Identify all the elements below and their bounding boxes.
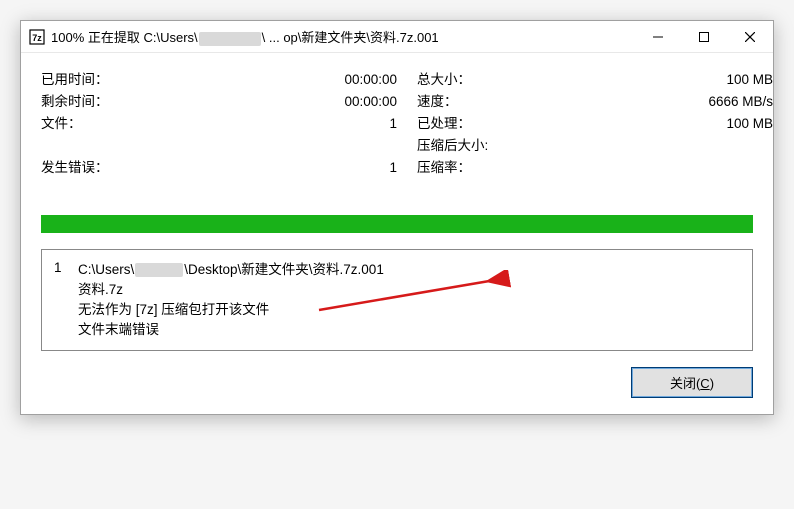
- elapsed-label: 已用时间：: [41, 69, 344, 91]
- close-accel: C: [700, 376, 709, 391]
- title-controls: [635, 21, 773, 53]
- totalsize-value: 100 MB: [708, 69, 773, 91]
- close-window-button[interactable]: [727, 21, 773, 53]
- processed-label: 已处理：: [417, 113, 708, 135]
- dialog-window: 7z 100% 正在提取 C:\Users\ \ ... op\新建文件夹\资料.…: [20, 20, 774, 415]
- errors-value: 1: [344, 157, 397, 179]
- button-row: 关闭(C): [41, 367, 753, 398]
- speed-label: 速度：: [417, 91, 708, 113]
- minimize-button[interactable]: [635, 21, 681, 53]
- packed-value: [708, 135, 773, 157]
- client-area: 已用时间： 剩余时间： 文件： 发生错误： 00:00:00 00:00:00 …: [21, 53, 773, 414]
- totalsize-label: 总大小：: [417, 69, 708, 91]
- redacted-smudge: [199, 32, 261, 46]
- remaining-value: 00:00:00: [344, 91, 397, 113]
- error-path: C:\Users\ \Desktop\新建文件夹\资料.7z.001: [78, 260, 740, 280]
- error-path-suffix: \Desktop\新建文件夹\资料.7z.001: [184, 262, 384, 277]
- app-icon: 7z: [29, 29, 45, 45]
- stats-left-col: 已用时间： 剩余时间： 文件： 发生错误： 00:00:00 00:00:00 …: [41, 69, 397, 179]
- files-value: 1: [344, 113, 397, 135]
- stats-panel: 已用时间： 剩余时间： 文件： 发生错误： 00:00:00 00:00:00 …: [41, 69, 753, 179]
- close-label-pre: 关闭(: [670, 376, 700, 391]
- files-label: 文件：: [41, 113, 344, 135]
- error-list: 1 C:\Users\ \Desktop\新建文件夹\资料.7z.001 资料.7…: [41, 249, 753, 351]
- error-msg1: 无法作为 [7z] 压缩包打开该文件: [78, 300, 740, 320]
- error-file: 资料.7z: [78, 280, 740, 300]
- remaining-label: 剩余时间：: [41, 91, 344, 113]
- error-path-prefix: C:\Users\: [78, 262, 134, 277]
- window-title: 100% 正在提取 C:\Users\ \ ... op\新建文件夹\资料.7z.…: [51, 27, 635, 46]
- errors-label: 发生错误：: [41, 157, 344, 179]
- error-index: 1: [54, 260, 64, 340]
- elapsed-value: 00:00:00: [344, 69, 397, 91]
- error-msg2: 文件末端错误: [78, 320, 740, 340]
- title-text-suffix: \ ... op\新建文件夹\资料.7z.001: [262, 30, 439, 45]
- progress-bar-container: [41, 215, 753, 233]
- close-label-post: ): [710, 376, 714, 391]
- close-button[interactable]: 关闭(C): [631, 367, 753, 398]
- redacted-smudge: [135, 263, 183, 277]
- title-text-prefix: 100% 正在提取 C:\Users\: [51, 30, 198, 45]
- stats-right-col: 总大小： 速度： 已处理： 压缩后大小: 压缩率： 100 MB 6666 MB…: [417, 69, 773, 179]
- maximize-button[interactable]: [681, 21, 727, 53]
- ratio-value: [708, 157, 773, 179]
- packed-label: 压缩后大小:: [417, 135, 708, 157]
- processed-value: 100 MB: [708, 113, 773, 135]
- progress-bar: [41, 215, 753, 233]
- svg-text:7z: 7z: [32, 33, 42, 43]
- spacer: [344, 135, 397, 157]
- error-body: C:\Users\\Desktop\新建文件夹\资料.7z.001 资料.7z …: [78, 260, 740, 340]
- speed-value: 6666 MB/s: [708, 91, 773, 113]
- spacer: [41, 135, 344, 157]
- titlebar: 7z 100% 正在提取 C:\Users\ \ ... op\新建文件夹\资料.…: [21, 21, 773, 53]
- ratio-label: 压缩率：: [417, 157, 708, 179]
